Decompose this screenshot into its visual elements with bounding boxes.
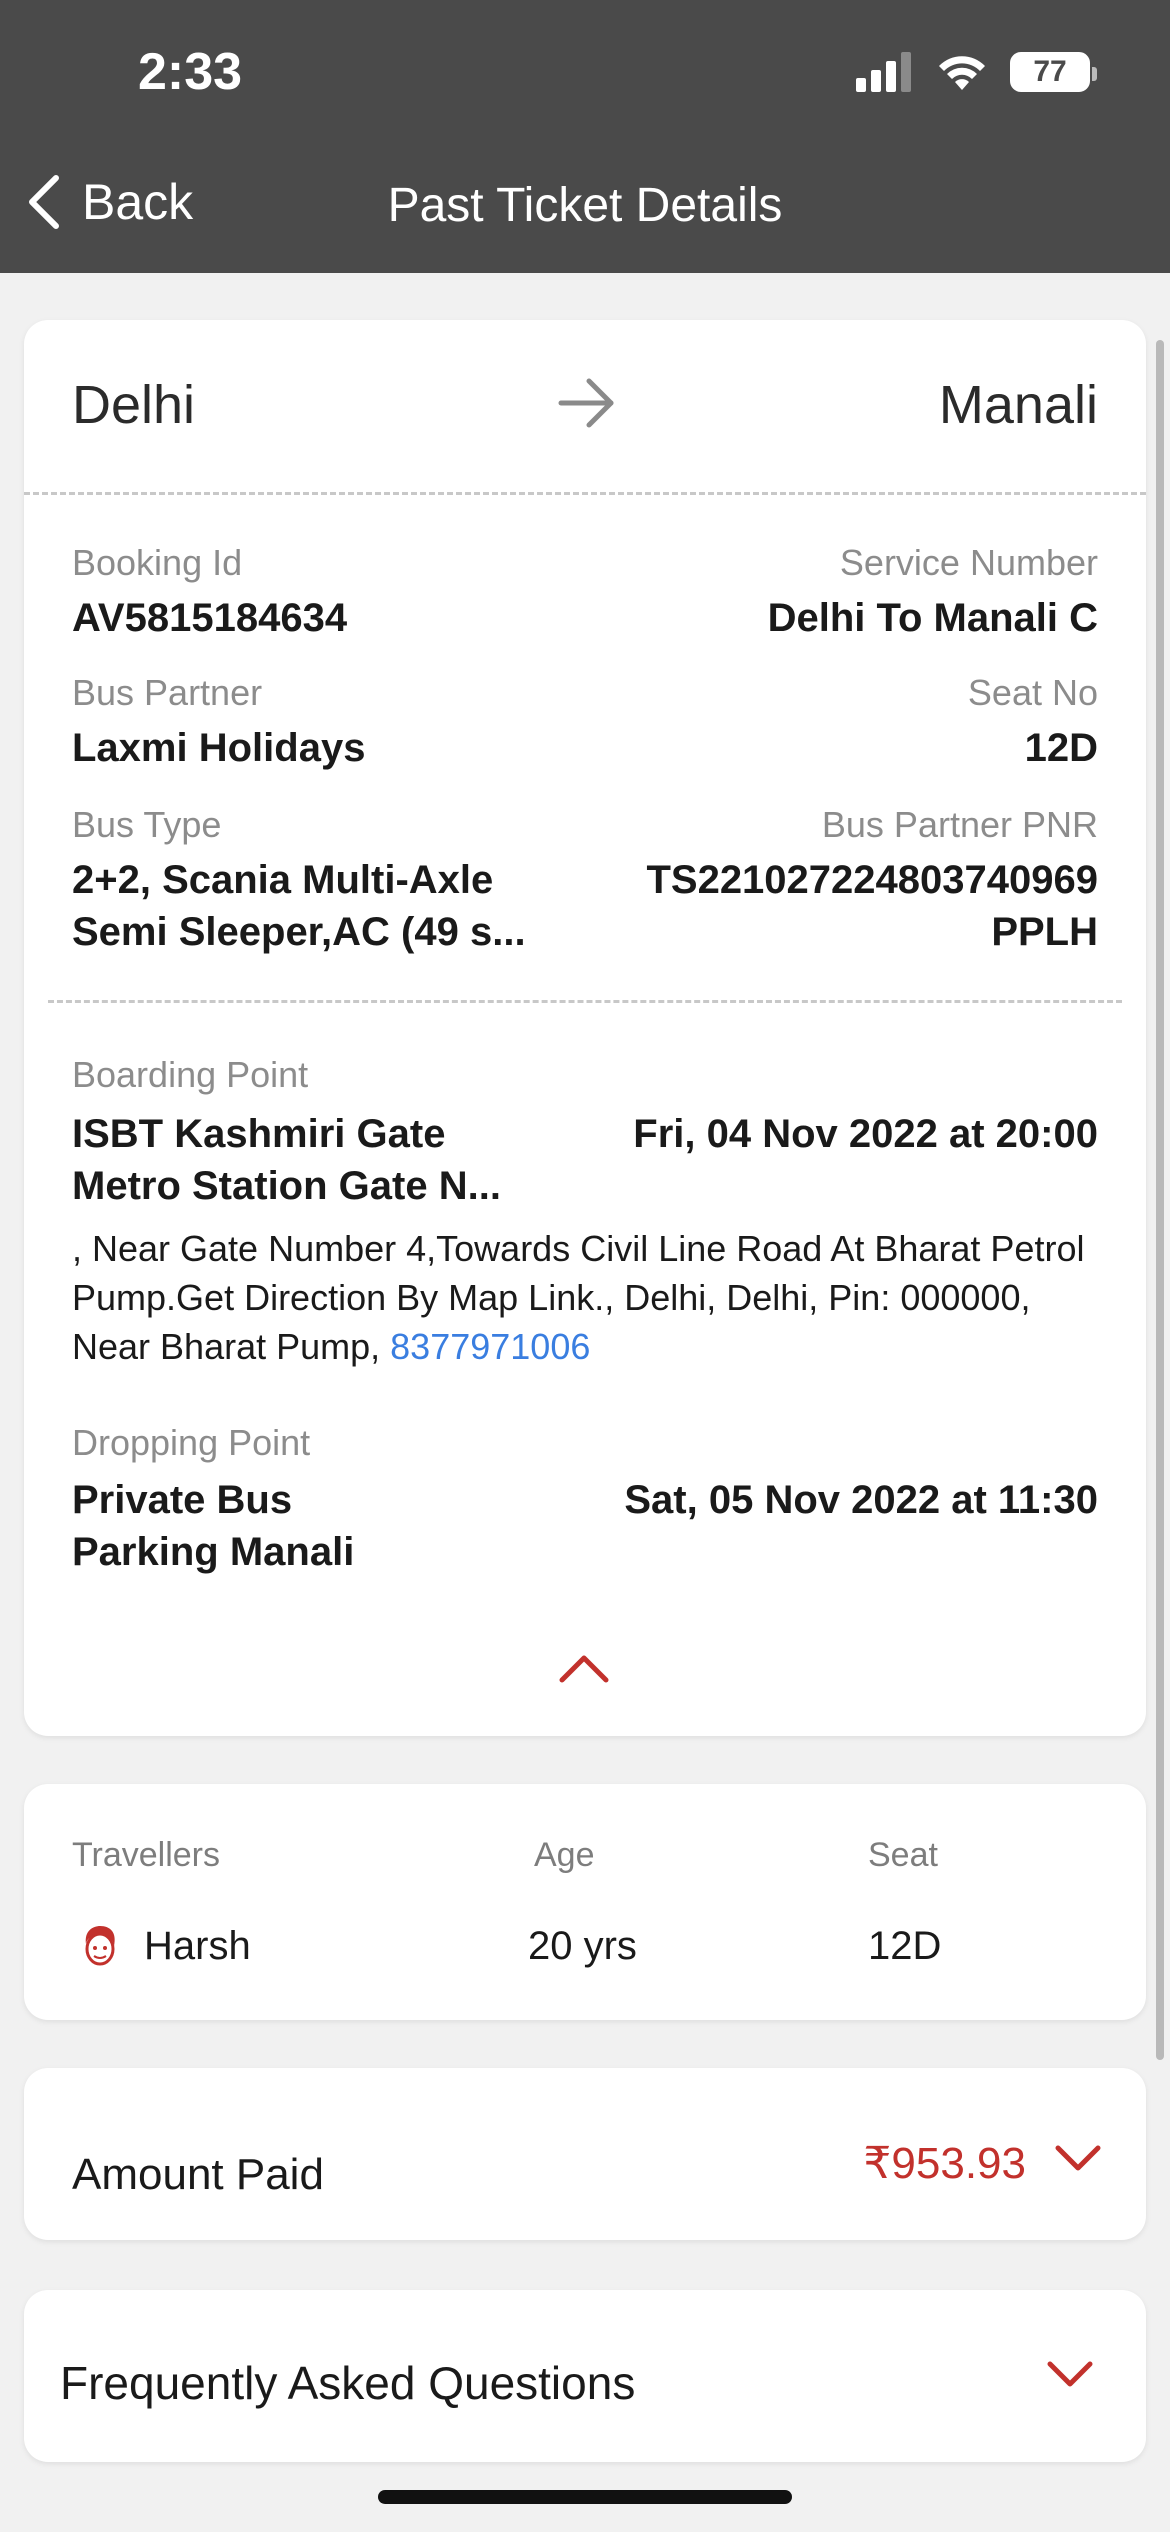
amount-value: ₹953.93 (863, 2139, 1026, 2188)
service-number: Delhi To Manali C (767, 596, 1098, 640)
dropping-name-line1: Private Bus (72, 1478, 293, 1522)
pnr-label: Bus Partner PNR (821, 804, 1098, 845)
traveller-age: 20 yrs (528, 1924, 637, 1968)
battery-icon: 77 (1010, 52, 1097, 92)
boarding-name-line2: Metro Station Gate N... (72, 1164, 501, 1208)
traveller-seat: 12D (868, 1924, 942, 1968)
avatar-icon (85, 1926, 115, 1966)
amount-card[interactable]: Amount Paid ₹953.93 (24, 2068, 1146, 2240)
status-time: 2:33 (138, 43, 243, 101)
boarding-phone-link[interactable]: 8377971006 (390, 1326, 590, 1367)
chevron-down-icon[interactable] (1052, 2142, 1104, 2176)
arrow-right-icon (558, 378, 614, 428)
pnr-line1: TS221027224803740969 (646, 858, 1098, 902)
dropping-point-label: Dropping Point (72, 1422, 311, 1463)
booking-id-label: Booking Id (72, 542, 243, 583)
service-number-label: Service Number (839, 542, 1098, 583)
route-from: Delhi (72, 375, 196, 435)
bus-partner: Laxmi Holidays (72, 726, 366, 770)
seat-no: 12D (1024, 726, 1098, 770)
boarding-point-label: Boarding Point (72, 1054, 309, 1095)
faq-card[interactable]: Frequently Asked Questions (24, 2290, 1146, 2462)
travellers-card: Travellers Age Seat Harsh 20 yrs 12D (24, 1784, 1146, 2020)
bus-type-label: Bus Type (72, 804, 222, 845)
amount-label: Amount Paid (72, 2150, 324, 2199)
faq-label: Frequently Asked Questions (60, 2357, 636, 2409)
boarding-datetime: Fri, 04 Nov 2022 at 20:00 (633, 1112, 1098, 1156)
ticket-card: Delhi Manali Booking Id AV5815184634 Ser… (24, 320, 1146, 1736)
bus-type-line2: Semi Sleeper,AC (49 s... (72, 910, 526, 954)
pnr-line2: PPLH (991, 910, 1098, 954)
traveller-name: Harsh (144, 1924, 251, 1968)
boarding-address: , Near Gate Number 4,Towards Civil Line … (72, 1224, 1102, 1371)
seat-header: Seat (868, 1836, 938, 1874)
bus-type-line1: 2+2, Scania Multi-Axle (72, 858, 494, 902)
boarding-name-line1: ISBT Kashmiri Gate (72, 1112, 446, 1156)
chevron-down-icon[interactable] (1044, 2358, 1096, 2392)
wifi-icon (939, 56, 985, 90)
seat-no-label: Seat No (967, 672, 1098, 713)
status-icons: 77 (856, 52, 1097, 92)
travellers-header: Travellers (72, 1836, 220, 1874)
dropping-name-line2: Parking Manali (72, 1530, 355, 1574)
age-header: Age (534, 1836, 595, 1874)
route-to: Manali (938, 375, 1098, 435)
bus-partner-label: Bus Partner (72, 672, 263, 713)
divider (48, 1000, 1122, 1003)
home-indicator (378, 2490, 792, 2504)
page-title: Past Ticket Details (387, 179, 783, 232)
dropping-datetime: Sat, 05 Nov 2022 at 11:30 (624, 1478, 1098, 1522)
chevron-up-icon[interactable] (556, 1650, 612, 1686)
header-bar: 2:33 77 Back Past Ticket Details (0, 0, 1170, 273)
booking-id: AV5815184634 (72, 596, 348, 640)
scrollbar[interactable] (1156, 340, 1164, 2060)
signal-icon (856, 52, 911, 92)
divider (24, 492, 1146, 495)
